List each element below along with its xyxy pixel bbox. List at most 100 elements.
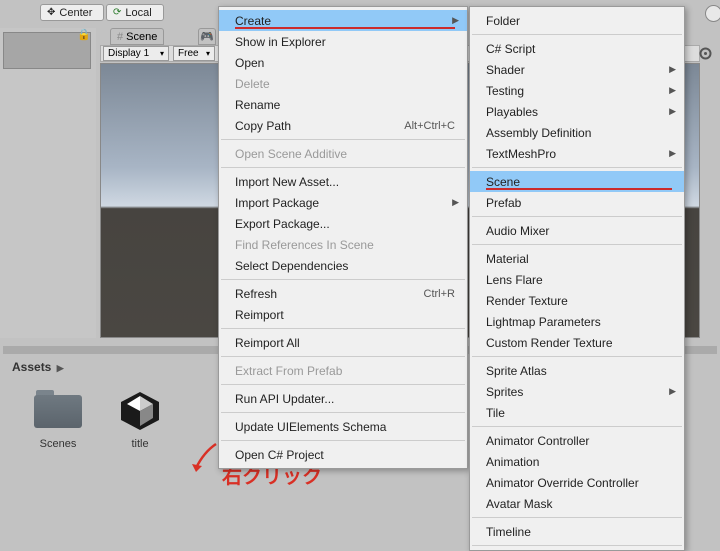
menu-item-label: Testing — [486, 84, 524, 98]
free-label: Free — [178, 48, 199, 59]
menu-item-label: Open — [235, 56, 264, 70]
menu-item[interactable]: Render Texture — [470, 290, 684, 311]
chevron-down-icon: ▾ — [160, 49, 164, 58]
menu-item-label: Delete — [235, 77, 270, 91]
asset-folder-scenes[interactable]: Scenes — [28, 390, 88, 450]
highlight-underline — [486, 188, 672, 190]
menu-item-label: Import New Asset... — [235, 175, 339, 189]
menu-item[interactable]: RefreshCtrl+R — [219, 283, 467, 304]
lock-icon[interactable]: 🔒 — [77, 28, 91, 41]
menu-item[interactable]: Lightmap Parameters — [470, 311, 684, 332]
menu-item-label: Import Package — [235, 196, 319, 210]
menu-item-label: Lens Flare — [486, 273, 543, 287]
menu-item[interactable]: TextMeshPro▶ — [470, 143, 684, 164]
menu-item[interactable]: Import New Asset... — [219, 171, 467, 192]
chevron-right-icon: ▶ — [452, 197, 459, 208]
menu-item[interactable]: Avatar Mask — [470, 493, 684, 514]
menu-item-label: Run API Updater... — [235, 392, 334, 406]
chevron-down-icon: ▾ — [206, 49, 210, 58]
menu-item[interactable]: Tile — [470, 402, 684, 423]
unity-icon — [117, 390, 163, 432]
menu-item[interactable]: Scene — [470, 171, 684, 192]
menu-item[interactable]: Sprites ▶ — [470, 381, 684, 402]
highlight-underline — [235, 27, 455, 29]
local-icon: ⟳ — [113, 7, 121, 18]
scene-tab-label: Scene — [126, 31, 157, 43]
menu-separator — [221, 356, 465, 357]
menu-item: Extract From Prefab — [219, 360, 467, 381]
menu-item-label: Rename — [235, 98, 280, 112]
menu-item[interactable]: Playables▶ — [470, 101, 684, 122]
menu-item-label: TextMeshPro — [486, 147, 556, 161]
menu-item[interactable]: Open — [219, 52, 467, 73]
chevron-right-icon: ▶ — [669, 386, 676, 397]
menu-item[interactable]: Update UIElements Schema — [219, 416, 467, 437]
menu-item[interactable]: Animation — [470, 451, 684, 472]
chevron-right-icon: ▶ — [57, 363, 64, 373]
menu-item[interactable]: Import Package ▶ — [219, 192, 467, 213]
menu-separator — [472, 244, 682, 245]
display-dropdown[interactable]: Display 1 ▾ — [103, 46, 169, 61]
menu-item[interactable]: Folder — [470, 10, 684, 31]
menu-item[interactable]: C# Script — [470, 38, 684, 59]
chevron-right-icon: ▶ — [669, 64, 676, 75]
menu-item-label: Tile — [486, 406, 505, 420]
menu-item[interactable]: Reimport — [219, 304, 467, 325]
menu-item-label: Lightmap Parameters — [486, 315, 601, 329]
menu-separator — [221, 440, 465, 441]
menu-item-label: Select Dependencies — [235, 259, 348, 273]
menu-item-label: Find References In Scene — [235, 238, 374, 252]
circle-button-top[interactable] — [705, 5, 720, 22]
display-label: Display 1 — [108, 48, 149, 59]
menu-item-label: Sprites — [486, 385, 523, 399]
menu-item[interactable]: Sprite Atlas — [470, 360, 684, 381]
local-button[interactable]: ⟳ Local — [106, 4, 164, 21]
menu-item[interactable]: Select Dependencies — [219, 255, 467, 276]
scene-tab[interactable]: # Scene — [110, 28, 164, 45]
menu-separator — [472, 426, 682, 427]
menu-separator — [472, 216, 682, 217]
menu-item[interactable]: Open C# Project — [219, 444, 467, 465]
center-button[interactable]: ✥ Center — [40, 4, 104, 21]
menu-item[interactable]: Animator Override Controller — [470, 472, 684, 493]
menu-item[interactable]: Create▶ — [219, 10, 467, 31]
menu-item[interactable]: Copy PathAlt+Ctrl+C — [219, 115, 467, 136]
menu-shortcut: Alt+Ctrl+C — [404, 120, 455, 132]
menu-item[interactable]: Run API Updater... — [219, 388, 467, 409]
menu-item-label: Custom Render Texture — [486, 336, 613, 350]
menu-item[interactable]: Lens Flare — [470, 269, 684, 290]
menu-separator — [221, 328, 465, 329]
menu-item-label: Extract From Prefab — [235, 364, 342, 378]
menu-item[interactable]: Rename — [219, 94, 467, 115]
game-tab[interactable]: 🎮 — [198, 28, 216, 45]
menu-item[interactable]: Reimport All — [219, 332, 467, 353]
menu-separator — [221, 279, 465, 280]
menu-item[interactable]: Testing ▶ — [470, 80, 684, 101]
menu-item[interactable]: Shader▶ — [470, 59, 684, 80]
menu-item[interactable]: Custom Render Texture — [470, 332, 684, 353]
menu-item-label: Refresh — [235, 287, 277, 301]
local-label: Local — [125, 7, 151, 19]
menu-item[interactable]: Audio Mixer — [470, 220, 684, 241]
create-submenu: FolderC# ScriptShader▶Testing▶Playables▶… — [469, 6, 685, 551]
menu-item[interactable]: Show in Explorer — [219, 31, 467, 52]
menu-separator — [472, 356, 682, 357]
menu-separator — [221, 384, 465, 385]
menu-item[interactable]: Material — [470, 248, 684, 269]
chevron-right-icon: ▶ — [669, 85, 676, 96]
menu-item[interactable]: Prefab — [470, 192, 684, 213]
annotation-arrow — [190, 440, 220, 475]
gear-icon[interactable] — [698, 46, 713, 61]
menu-item: Find References In Scene — [219, 234, 467, 255]
chevron-right-icon: ▶ — [669, 106, 676, 117]
assets-breadcrumb[interactable]: Assets ▶ — [12, 360, 64, 374]
menu-item[interactable]: Timeline — [470, 521, 684, 542]
free-dropdown[interactable]: Free ▾ — [173, 46, 215, 61]
menu-item[interactable]: Export Package... — [219, 213, 467, 234]
center-icon: ✥ — [47, 7, 55, 18]
menu-item[interactable]: Assembly Definition — [470, 122, 684, 143]
menu-item-label: Folder — [486, 14, 520, 28]
menu-item[interactable]: Animator Controller — [470, 430, 684, 451]
asset-scene-title[interactable]: title — [110, 390, 170, 450]
center-label: Center — [59, 7, 92, 19]
